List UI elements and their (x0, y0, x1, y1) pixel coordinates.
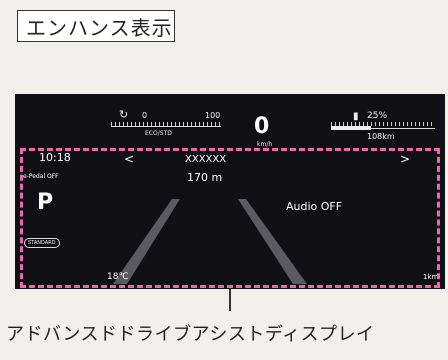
caption: アドバンスドドライブアシストディスプレイ (6, 324, 375, 345)
leader-line (229, 289, 231, 311)
section-title: エンハンス表示 (17, 10, 175, 42)
highlight-region (20, 148, 440, 288)
